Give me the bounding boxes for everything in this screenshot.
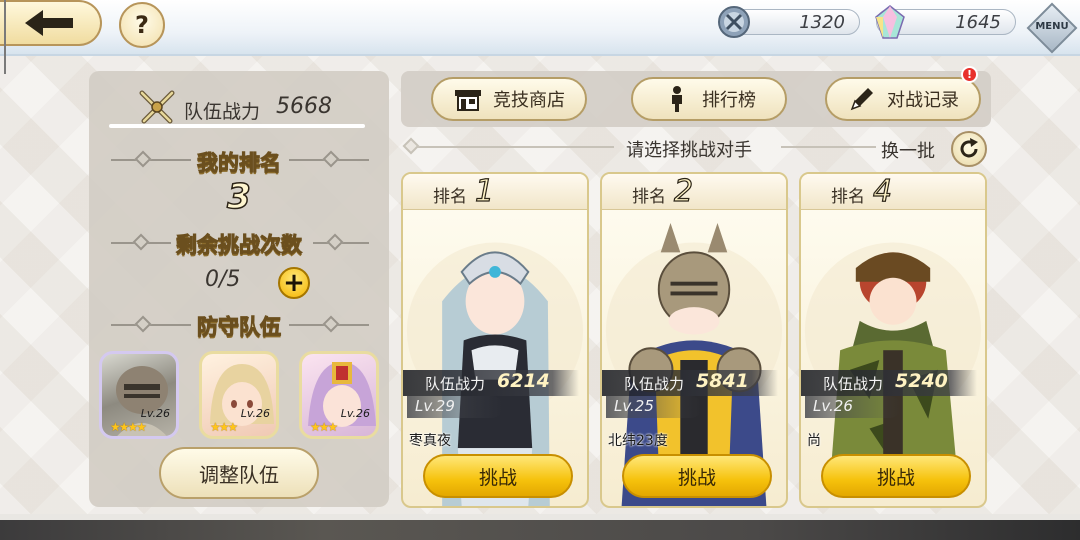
defense-hero-card[interactable]: Lv.26 ★★★: [299, 351, 379, 439]
refresh-icon: [960, 138, 978, 158]
help-label: ?: [135, 11, 149, 39]
diamond-ornament: [402, 137, 420, 155]
battle-log-button[interactable]: 对战记录: [825, 77, 981, 121]
resource-crystal: 1645: [875, 5, 1016, 39]
alert-icon: !: [966, 68, 973, 81]
challenge-label: 挑战: [677, 466, 716, 489]
refresh-opponents-button[interactable]: [951, 131, 987, 167]
bottom-highlight: [0, 514, 1080, 520]
rank-label: 排名: [433, 187, 467, 207]
my-rank-label: 我的排名: [197, 151, 282, 176]
resource-arena-coin: 1320: [718, 6, 860, 38]
swords-coin-icon: [718, 6, 750, 38]
defense-hero-card[interactable]: Lv.26 ★★★: [199, 351, 279, 439]
team-power-label: 队伍战力: [184, 101, 261, 123]
back-button[interactable]: [0, 0, 102, 46]
arena-shop-label: 竞技商店: [493, 90, 565, 111]
opponent-selection-panel: 竞技商店 排行榜 对战记录 请选择挑战对手 换一批 排名 1 队伍战力 6214…: [401, 71, 991, 511]
opponent-card[interactable]: 排名 2 队伍战力 5841 Lv.25 北纬23度 挑战: [600, 172, 788, 508]
challenge-label: 挑战: [478, 466, 517, 489]
remaining-attempts-value: 0/5: [205, 267, 241, 292]
resource-crystal-value: 1645: [955, 12, 1001, 33]
back-arrow-icon: [25, 10, 73, 36]
plus-icon: +: [283, 268, 305, 298]
leaderboard-button[interactable]: 排行榜: [631, 77, 787, 121]
opponent-level: Lv.25: [614, 397, 654, 415]
resource-arena-coin-value: 1320: [799, 12, 845, 33]
rank-header: 排名 1: [403, 174, 587, 210]
opponent-level-tag: Lv.25: [606, 396, 702, 418]
opponent-card[interactable]: 排名 4 队伍战力 5240 Lv.26 尚 挑战: [799, 172, 987, 508]
opponent-name: 北纬23度: [608, 433, 668, 449]
opponent-level-tag: Lv.26: [805, 396, 901, 418]
rank-number: 1: [474, 174, 495, 210]
opponent-name: 尚: [807, 433, 821, 449]
hero-stars: ★★★: [210, 420, 238, 434]
shop-icon: [455, 90, 481, 111]
challenge-button[interactable]: 挑战: [622, 454, 772, 498]
rank-header: 排名 2: [602, 174, 786, 210]
crossed-swords-icon: [139, 90, 175, 124]
team-power-row: 队伍战力 5668: [136, 87, 376, 127]
opponent-power-label: 队伍战力: [823, 375, 884, 393]
opponent-level: Lv.26: [813, 397, 853, 415]
defense-team-label: 防守队伍: [197, 315, 282, 340]
menu-label: MENU: [1035, 21, 1069, 32]
bottom-background-strip: [0, 514, 1080, 540]
hero-stars: ★★★★: [110, 420, 147, 434]
challenge-label: 挑战: [876, 466, 915, 489]
battle-log-label: 对战记录: [887, 90, 959, 111]
hero-stars: ★★★: [310, 420, 338, 434]
leaderboard-icon: [672, 86, 682, 112]
opponent-power-label: 队伍战力: [624, 375, 685, 393]
remaining-attempts-label: 剩余挑战次数: [176, 233, 303, 258]
menu-button[interactable]: MENU: [1026, 2, 1078, 54]
opponent-power-value: 5841: [696, 370, 749, 392]
defense-hero-card[interactable]: Lv.26 ★★★★: [99, 351, 179, 439]
opponent-card[interactable]: 排名 1 队伍战力 6214 Lv.29 枣真夜 挑战: [401, 172, 589, 508]
rank-label: 排名: [831, 187, 865, 207]
rank-label: 排名: [632, 187, 666, 207]
help-button[interactable]: ?: [119, 2, 165, 48]
select-opponent-title: 请选择挑战对手: [626, 140, 752, 161]
opponent-power-value: 5240: [895, 370, 948, 392]
hero-level: Lv.26: [340, 407, 370, 420]
challenge-button[interactable]: 挑战: [821, 454, 971, 498]
battle-log-alert-badge: !: [961, 66, 978, 83]
top-bar: ? 1320 1645 MENU: [0, 0, 1080, 56]
opponent-power-tag: 队伍战力 5841: [602, 370, 778, 396]
arena-shop-button[interactable]: 竞技商店: [431, 77, 587, 121]
opponent-level-tag: Lv.29: [407, 396, 503, 418]
opponent-power-value: 6214: [497, 370, 550, 392]
hero-level: Lv.26: [240, 407, 270, 420]
divider: [409, 146, 614, 148]
opponent-name: 枣真夜: [409, 433, 451, 449]
opponent-level: Lv.29: [415, 397, 455, 415]
opponent-power-tag: 队伍战力 5240: [801, 370, 977, 396]
rank-number: 2: [673, 174, 694, 210]
opponent-power-label: 队伍战力: [425, 375, 486, 393]
crystal-icon: [875, 5, 905, 39]
leaderboard-label: 排行榜: [702, 90, 756, 111]
hero-level: Lv.26: [140, 407, 170, 420]
challenge-button[interactable]: 挑战: [423, 454, 573, 498]
divider: [781, 146, 876, 148]
opponent-power-tag: 队伍战力 6214: [403, 370, 579, 396]
rank-number: 4: [872, 174, 893, 210]
arena-nav-strip: 竞技商店 排行榜 对战记录: [401, 71, 991, 127]
refresh-opponents-label: 换一批: [881, 141, 935, 162]
pencil-icon: [850, 88, 873, 111]
divider: [109, 124, 365, 128]
my-rank-value: 3: [226, 176, 251, 218]
add-attempts-button[interactable]: +: [278, 267, 310, 299]
rank-header: 排名 4: [801, 174, 985, 210]
team-power-value: 5668: [276, 94, 332, 119]
edge-scroll-indicator: [4, 0, 6, 74]
player-info-panel: 队伍战力 5668 我的排名 3 剩余挑战次数 0/5 + 防守队伍 Lv.26…: [89, 71, 389, 507]
adjust-team-button[interactable]: 调整队伍: [159, 447, 319, 499]
adjust-team-label: 调整队伍: [199, 462, 279, 487]
